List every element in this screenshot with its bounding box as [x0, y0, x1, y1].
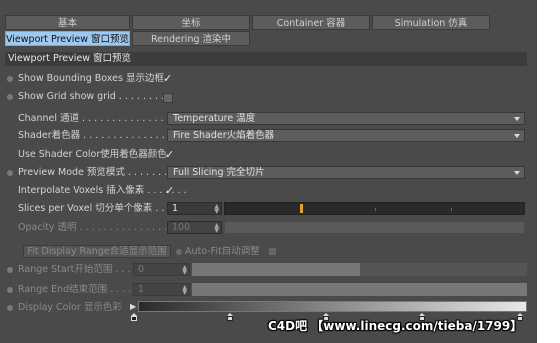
channel-row: Channel 通道 . . . . . . . . . . . . . . .… [5, 112, 527, 126]
use-shader-color-checkbox[interactable]: ✓ [165, 149, 174, 161]
preview-mode-dropdown[interactable]: Full Slicing 完全切片 [167, 166, 525, 179]
slider-handle[interactable] [299, 204, 303, 213]
spinner-arrows-icon[interactable]: ▲ ▼ [182, 285, 187, 296]
chevron-down-icon [514, 117, 520, 121]
display-color-label: Display Color 显示色彩 [18, 302, 122, 313]
shader-row: Shader着色器 . . . . . . . . . . . . . . . … [5, 129, 527, 143]
opacity-input[interactable]: 100 ▲ ▼ [167, 221, 222, 234]
spinner-arrows-icon[interactable]: ▲ ▼ [182, 265, 187, 276]
show-bounding-boxes-row: Show Bounding Boxes 显示边框 ✓ [5, 72, 527, 86]
tab-simulation[interactable]: Simulation 仿真 [372, 15, 490, 30]
spinner-arrows-icon[interactable]: ▲ ▼ [214, 223, 219, 234]
section-title: Viewport Preview 窗口预览 [5, 52, 527, 66]
range-start-row: Range Start开始范围 . . . . . . 0 ▲ ▼ [5, 263, 527, 277]
range-end-input[interactable]: 1 ▲ ▼ [133, 283, 190, 296]
preview-mode-value: Full Slicing 完全切片 [173, 167, 265, 178]
preview-mode-row: Preview Mode 预览模式 . . . . . . . . . Full… [5, 166, 527, 180]
slices-per-voxel-label: Slices per Voxel 切分单个像素 . . . [18, 203, 171, 214]
fit-display-range-row: Fit Display Range合适显示范围 Auto-Fit自动调整 [5, 245, 527, 259]
display-color-gradient[interactable] [138, 301, 527, 312]
chevron-down-icon [514, 171, 520, 175]
slider-tick [375, 208, 376, 211]
interpolate-voxels-label: Interpolate Voxels 插入像素 . . . . . . . [18, 185, 187, 196]
interpolate-voxels-row: Interpolate Voxels 插入像素 . . . . . . . ✓ [5, 184, 527, 198]
tab-rendering[interactable]: Rendering 渲染中 [132, 31, 250, 46]
animation-dot-icon[interactable] [7, 76, 13, 82]
shader-label: Shader着色器 . . . . . . . . . . . . . . . … [18, 130, 189, 141]
animation-dot-icon[interactable] [7, 94, 13, 100]
slices-per-voxel-value: 1 [172, 203, 179, 214]
range-end-fill [192, 283, 527, 296]
tab-viewport-preview[interactable]: Viewport Preview 窗口预览 [5, 31, 130, 46]
opacity-label: Opacity 透明 . . . . . . . . . . . . . . .… [18, 222, 180, 233]
spinner-arrows-icon[interactable]: ▲ ▼ [214, 204, 219, 215]
animation-dot-icon[interactable] [7, 267, 13, 273]
auto-fit-toggle[interactable]: Auto-Fit自动调整 [176, 245, 276, 258]
shader-value: Fire Shader火焰着色器 [173, 130, 275, 141]
interpolate-voxels-checkbox[interactable]: ✓ [165, 185, 174, 197]
animation-dot-icon [176, 248, 182, 255]
shader-dropdown[interactable]: Fire Shader火焰着色器 [167, 129, 525, 142]
slices-per-voxel-row: Slices per Voxel 切分单个像素 . . . 1 ▲ ▼ [5, 202, 527, 216]
attribute-manager-panel: 基本 坐标 Container 容器 Simulation 仿真 Viewpor… [0, 0, 537, 343]
use-shader-color-label: Use Shader Color使用着色器颜色 [18, 149, 167, 160]
channel-value: Temperature 温度 [173, 113, 256, 124]
range-start-fill [192, 263, 360, 276]
range-start-slider[interactable] [192, 263, 527, 276]
range-end-label: Range End结束范围 . . . . . . . [18, 284, 150, 295]
channel-dropdown[interactable]: Temperature 温度 [167, 112, 525, 125]
show-grid-label: Show Grid show grid . . . . . . . . . [18, 91, 171, 102]
opacity-slider[interactable] [224, 221, 525, 234]
animation-dot-icon[interactable] [7, 305, 13, 311]
opacity-row: Opacity 透明 . . . . . . . . . . . . . . .… [5, 221, 527, 235]
range-end-slider[interactable] [192, 283, 527, 296]
range-start-input[interactable]: 0 ▲ ▼ [133, 263, 190, 276]
show-grid-checkbox[interactable] [163, 93, 173, 103]
show-bounding-boxes-checkbox[interactable]: ✓ [163, 73, 172, 85]
auto-fit-label: Auto-Fit自动调整 [185, 246, 260, 257]
range-start-label: Range Start开始范围 . . . . . . [18, 264, 149, 275]
range-start-value: 0 [138, 264, 145, 275]
animation-dot-icon[interactable] [7, 287, 13, 293]
gradient-knot-marker[interactable] [227, 313, 233, 321]
chevron-down-icon [514, 134, 520, 138]
range-end-value: 1 [138, 284, 145, 295]
fit-display-range-button[interactable]: Fit Display Range合适显示范围 [23, 245, 171, 258]
slices-per-voxel-slider[interactable] [224, 202, 525, 215]
auto-fit-checkbox[interactable] [268, 248, 276, 255]
opacity-value: 100 [172, 222, 191, 233]
watermark-text: C4D吧 【www.linecg.com/tieba/1799】 [268, 319, 523, 333]
preview-mode-label: Preview Mode 预览模式 . . . . . . . . . [18, 167, 180, 178]
slices-per-voxel-input[interactable]: 1 ▲ ▼ [167, 202, 222, 215]
show-grid-row: Show Grid show grid . . . . . . . . . [5, 90, 527, 104]
use-shader-color-row: Use Shader Color使用着色器颜色 ✓ [5, 148, 527, 162]
tab-basic[interactable]: 基本 [5, 15, 130, 30]
show-bounding-boxes-label: Show Bounding Boxes 显示边框 [18, 73, 164, 84]
range-end-row: Range End结束范围 . . . . . . . 1 ▲ ▼ [5, 283, 527, 297]
tab-row-bottom: Viewport Preview 窗口预览 Rendering 渲染中 [5, 31, 250, 46]
tab-coordinates[interactable]: 坐标 [132, 15, 250, 30]
animation-dot-icon[interactable] [7, 170, 13, 176]
gradient-knot-marker[interactable] [131, 313, 137, 321]
slider-tick [451, 208, 452, 211]
tab-row-top: 基本 坐标 Container 容器 Simulation 仿真 [5, 15, 490, 30]
tab-container[interactable]: Container 容器 [252, 15, 370, 30]
expand-arrow-icon[interactable]: ▶ [130, 302, 136, 311]
